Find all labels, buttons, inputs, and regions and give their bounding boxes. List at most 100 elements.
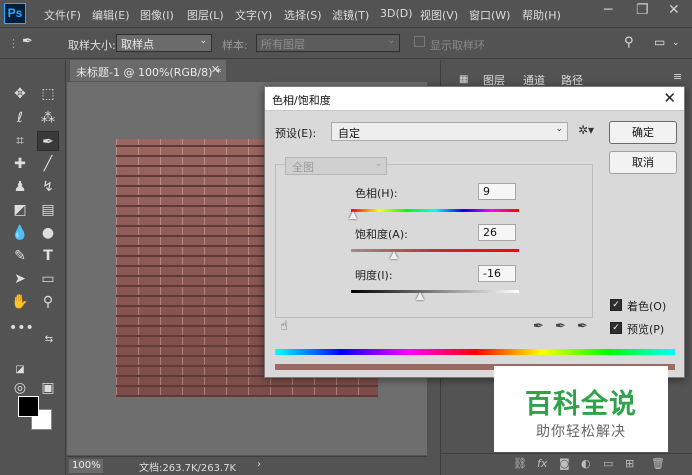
lightness-slider[interactable] [351,290,519,293]
show-ring-checkbox[interactable] [414,36,425,47]
document-tab[interactable]: 未标题-1 @ 100%(RGB/8) * ✕ [70,60,226,81]
colorize-label: 着色(O) [627,300,667,313]
menu-3d[interactable]: 3D(D) [380,7,413,20]
colorize-checkbox[interactable]: ✓ [610,299,622,311]
chevron-down-icon: ⌄ [387,36,395,46]
hue-label: 色相(H): [355,187,398,200]
more-tools-icon[interactable]: ••• [9,318,34,338]
panel-menu-icon[interactable]: ≡ [673,70,682,83]
ok-button[interactable]: 确定 [609,121,677,144]
new-group-icon[interactable]: ▭ [603,457,613,470]
menu-type[interactable]: 文字(Y) [235,7,272,23]
on-image-adjust-icon[interactable]: ☝ [280,319,288,334]
chevron-right-icon[interactable]: › [257,459,261,470]
swap-colors-icon[interactable]: ⇆ [38,330,60,350]
sample-layers-select[interactable]: 所有图层 ⌄ [256,34,400,52]
foreground-color-swatch[interactable] [18,396,39,417]
dodge-tool-icon[interactable]: ● [37,223,59,243]
channel-select[interactable]: 全图 ⌄ [285,157,387,175]
lightness-slider-thumb[interactable] [416,292,424,300]
healing-brush-tool-icon[interactable]: ✚ [9,154,31,174]
chevron-down-icon[interactable]: ⌄ [672,38,680,48]
channel-value: 全图 [292,161,314,174]
hue-field[interactable]: 9 [478,183,516,200]
history-brush-tool-icon[interactable]: ↯ [37,177,59,197]
menu-edit[interactable]: 编辑(E) [92,7,130,23]
saturation-slider[interactable] [351,249,519,252]
screen-mode-icon[interactable]: ▣ [37,378,59,398]
menu-file[interactable]: 文件(F) [44,7,81,23]
show-ring-label: 显示取样环 [430,39,485,52]
hand-tool-icon[interactable]: ✋ [9,292,31,312]
fx-icon[interactable]: fx [537,457,547,470]
sample-size-label: 取样大小: [68,39,116,52]
chevron-down-icon: ⌄ [199,36,207,46]
type-tool-icon[interactable]: T [37,246,59,266]
minimize-icon[interactable]: ─ [604,2,612,18]
close-icon[interactable]: ✕ [668,2,680,18]
search-icon[interactable]: ⚲ [624,35,634,50]
pen-tool-icon[interactable]: ✎ [9,246,31,266]
status-bar: 100% 文档:263.7K/263.7K › [67,456,427,475]
menu-window[interactable]: 窗口(W) [469,7,510,23]
preset-label: 预设(E): [275,127,317,140]
panel-collapse-icon[interactable]: ▦ [459,74,468,85]
lightness-field[interactable]: -16 [478,265,516,282]
eyedropper-preset-icon[interactable]: ✒ [22,34,33,49]
link-layers-icon[interactable]: ⛓ [513,457,527,470]
preset-select[interactable]: 自定 ⌄ [331,122,568,141]
restore-icon[interactable]: ❐ [636,2,649,18]
workspace-icon[interactable]: ▭ [654,35,665,49]
chevron-down-icon: ⌄ [374,159,382,169]
crop-tool-icon[interactable]: ⌗ [9,131,31,151]
adjustment-layer-icon[interactable]: ◐ [581,457,591,470]
eyedropper-minus-icon[interactable]: ✒ [577,319,588,334]
options-bar: ⋮ ✒ 取样大小: 取样点 ⌄ 样本: 所有图层 ⌄ 显示取样环 ⚲ ▭ ⌄ [0,29,692,59]
default-colors-icon[interactable]: ◪ [9,360,31,380]
menu-select[interactable]: 选择(S) [284,7,322,23]
saturation-field[interactable]: 26 [478,224,516,241]
quick-mask-icon[interactable]: ◎ [9,378,31,398]
eraser-tool-icon[interactable]: ◩ [9,200,31,220]
move-tool-icon[interactable]: ✥ [9,84,31,104]
trash-icon[interactable]: 🗑 [651,457,665,470]
preview-checkbox[interactable]: ✓ [610,322,622,334]
hue-slider-thumb[interactable] [349,211,357,219]
tools-panel: ✥ ⬚ ℓ ⁂ ⌗ ✒ ✚ ╱ ♟ ↯ ◩ ▤ 💧 ● ✎ T ➤ ▭ ✋ ⚲ … [0,60,66,475]
hue-saturation-dialog: 色相/饱和度 ✕ 预设(E): 自定 ⌄ ✲▾ 确定 取消 全图 ⌄ 色相(H)… [264,86,685,378]
menu-filter[interactable]: 滤镜(T) [332,7,369,23]
brush-tool-icon[interactable]: ╱ [37,154,59,174]
menu-view[interactable]: 视图(V) [420,7,458,23]
blur-tool-icon[interactable]: 💧 [9,223,31,243]
menu-help[interactable]: 帮助(H) [522,7,561,23]
gear-icon[interactable]: ✲▾ [578,123,594,137]
marquee-tool-icon[interactable]: ⬚ [37,84,59,104]
zoom-field[interactable]: 100% [69,459,103,473]
eyedropper-plus-icon[interactable]: ✒ [555,319,566,334]
layers-panel-footer: ⛓ fx ◙ ◐ ▭ ⊞ 🗑 [441,453,692,475]
cancel-button[interactable]: 取消 [609,151,677,174]
saturation-slider-thumb[interactable] [390,251,398,259]
magic-wand-tool-icon[interactable]: ⁂ [37,108,59,128]
clone-stamp-tool-icon[interactable]: ♟ [9,177,31,197]
lasso-tool-icon[interactable]: ℓ [9,108,31,128]
eyedropper-tool-icon[interactable]: ✒ [37,131,59,151]
zoom-tool-icon[interactable]: ⚲ [37,292,59,312]
new-layer-icon[interactable]: ⊞ [625,457,634,470]
sample-size-select[interactable]: 取样点 ⌄ [116,34,212,52]
eyedropper-icon[interactable]: ✒ [533,319,544,334]
dialog-titlebar[interactable]: 色相/饱和度 ✕ [265,87,684,111]
close-icon[interactable]: ✕ [663,89,676,107]
path-selection-tool-icon[interactable]: ➤ [9,269,31,289]
hue-slider[interactable] [351,209,519,212]
watermark: 百科全说 助你轻松解决 [494,366,668,452]
add-mask-icon[interactable]: ◙ [559,457,570,470]
menu-layer[interactable]: 图层(L) [187,7,224,23]
menu-image[interactable]: 图像(I) [140,7,174,23]
rectangle-tool-icon[interactable]: ▭ [37,269,59,289]
gradient-tool-icon[interactable]: ▤ [37,200,59,220]
close-icon[interactable]: ✕ [211,63,220,76]
saturation-label: 饱和度(A): [355,228,408,241]
watermark-title: 百科全说 [525,389,637,420]
lightness-label: 明度(I): [355,269,393,282]
